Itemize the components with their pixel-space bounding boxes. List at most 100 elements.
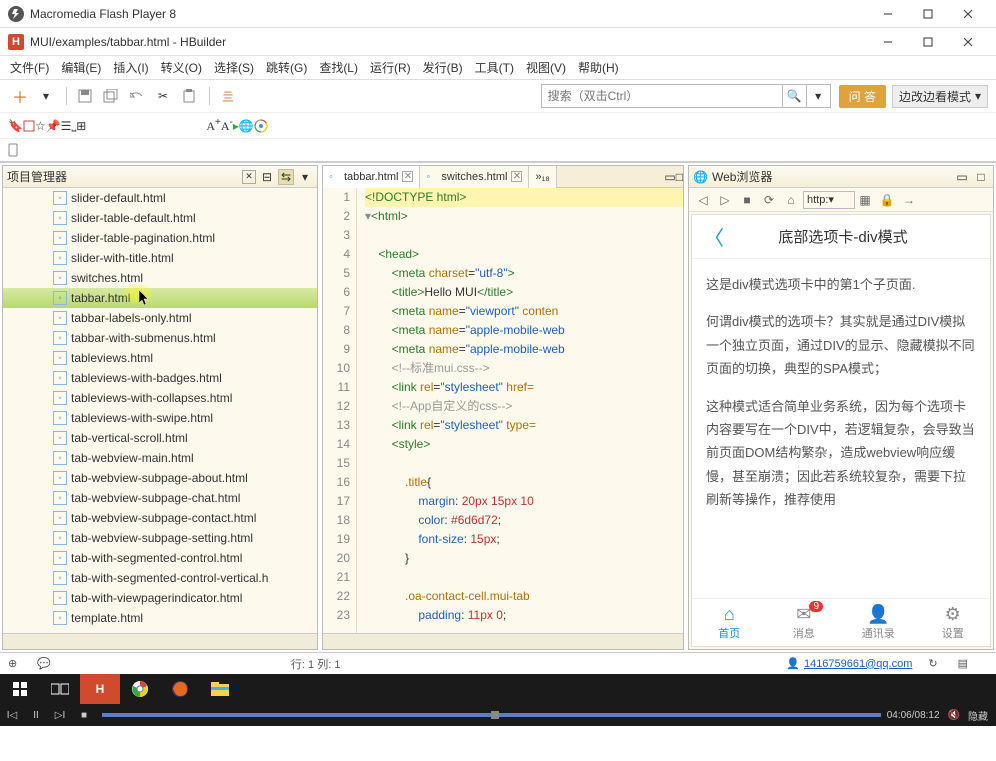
- browser-back-icon[interactable]: ◁: [693, 190, 713, 210]
- hb-minimize-button[interactable]: [868, 28, 908, 56]
- file-item[interactable]: ◦tab-with-segmented-control.html: [3, 548, 317, 568]
- editor-min-icon[interactable]: ▭: [664, 170, 675, 184]
- menu-item[interactable]: 转义(O): [155, 59, 208, 76]
- file-item[interactable]: ◦tab-with-segmented-control-vertical.h: [3, 568, 317, 588]
- file-item[interactable]: ◦slider-with-title.html: [3, 248, 317, 268]
- menu-item[interactable]: 查找(L): [313, 59, 364, 76]
- file-item[interactable]: ◦slider-table-default.html: [3, 208, 317, 228]
- code-line[interactable]: margin: 20px 15px 10: [365, 492, 683, 511]
- code-line[interactable]: <meta name="viewport" conten: [365, 302, 683, 321]
- code-line[interactable]: <meta charset="utf-8">: [365, 264, 683, 283]
- code-line[interactable]: <meta name="apple-mobile-web: [365, 340, 683, 359]
- chrome-icon[interactable]: [254, 119, 268, 133]
- flash-minimize-button[interactable]: [868, 0, 908, 28]
- undo-icon[interactable]: [125, 84, 149, 108]
- file-item[interactable]: ◦tab-with-viewpagerindicator.html: [3, 588, 317, 608]
- browser-stop-icon[interactable]: ■: [737, 190, 757, 210]
- player-stop-icon[interactable]: ■: [72, 710, 96, 721]
- pin-icon[interactable]: 📌: [46, 119, 61, 133]
- menu-item[interactable]: 工具(T): [469, 59, 520, 76]
- run-icon[interactable]: [23, 120, 35, 132]
- editor-max-icon[interactable]: □: [676, 170, 683, 184]
- search-button[interactable]: 🔍: [782, 85, 806, 107]
- hb-maximize-button[interactable]: [908, 28, 948, 56]
- menu-item[interactable]: 文件(F): [4, 59, 55, 76]
- taskview-button[interactable]: [40, 674, 80, 704]
- code-line[interactable]: <style>: [365, 435, 683, 454]
- file-item[interactable]: ◦tab-webview-subpage-about.html: [3, 468, 317, 488]
- h-scrollbar[interactable]: [3, 633, 317, 649]
- browser-url[interactable]: http: ▾: [803, 191, 855, 209]
- file-item[interactable]: ◦tab-webview-subpage-chat.html: [3, 488, 317, 508]
- file-item[interactable]: ◦tableviews-with-swipe.html: [3, 408, 317, 428]
- editor-h-scrollbar[interactable]: [323, 633, 683, 649]
- file-item[interactable]: ◦tableviews.html: [3, 348, 317, 368]
- status-ico2[interactable]: ▤: [958, 657, 968, 670]
- menu-item[interactable]: 编辑(E): [55, 59, 107, 76]
- file-item[interactable]: ◦slider-default.html: [3, 188, 317, 208]
- player-prev-icon[interactable]: I◁: [0, 710, 24, 721]
- browser-lock-icon[interactable]: 🔒: [877, 190, 897, 210]
- save-icon[interactable]: [73, 84, 97, 108]
- tab-close-icon[interactable]: ✕: [402, 171, 413, 182]
- code-line[interactable]: .oa-contact-cell.mui-tab: [365, 587, 683, 606]
- new-button[interactable]: ＋: [8, 84, 32, 108]
- browser-go-icon[interactable]: →: [899, 190, 919, 210]
- browser-home-icon[interactable]: ⌂: [781, 190, 801, 210]
- paste-icon[interactable]: [177, 84, 201, 108]
- taskbar-explorer[interactable]: [200, 674, 240, 704]
- link-editor-icon[interactable]: ⇆: [278, 169, 294, 185]
- hb-close-button[interactable]: [948, 28, 988, 56]
- player-vol-icon[interactable]: 🔇: [948, 710, 960, 721]
- list-icon[interactable]: ☰: [61, 119, 72, 133]
- search-dropdown[interactable]: ▾: [806, 85, 830, 107]
- code-line[interactable]: font-size: 15px;: [365, 530, 683, 549]
- collapse-all-icon[interactable]: ⊟: [259, 169, 275, 185]
- browser-icon[interactable]: 🌐: [239, 119, 254, 133]
- status-chat-icon[interactable]: 💬: [37, 657, 51, 670]
- code-line[interactable]: padding: 11px 0;: [365, 606, 683, 625]
- player-hide[interactable]: 隐藏: [968, 708, 988, 723]
- taskbar-hbuilder[interactable]: H: [80, 674, 120, 704]
- preview-tab[interactable]: ⌂首页: [692, 599, 767, 646]
- menu-item[interactable]: 跳转(G): [260, 59, 313, 76]
- search-input[interactable]: [542, 89, 782, 103]
- cut-icon[interactable]: ✂: [151, 84, 175, 108]
- menu-item[interactable]: 视图(V): [520, 59, 572, 76]
- new-dropdown[interactable]: ▾: [34, 84, 58, 108]
- file-item[interactable]: ◦tab-webview-subpage-contact.html: [3, 508, 317, 528]
- player-handle[interactable]: [491, 711, 499, 719]
- file-item[interactable]: ◦tableviews-with-badges.html: [3, 368, 317, 388]
- tab-overflow[interactable]: »₁₈: [529, 166, 556, 188]
- code-line[interactable]: <!DOCTYPE html>: [365, 188, 683, 207]
- file-item[interactable]: ◦tab-webview-main.html: [3, 448, 317, 468]
- code-line[interactable]: [365, 226, 683, 245]
- player-pause-icon[interactable]: II: [24, 710, 48, 721]
- code-area[interactable]: <!DOCTYPE html>▾<html> <head> <meta char…: [357, 188, 683, 633]
- code-line[interactable]: <head>: [365, 245, 683, 264]
- expand-icon[interactable]: ⊞: [76, 119, 86, 133]
- player-track[interactable]: [102, 713, 881, 717]
- browser-refresh-icon[interactable]: ⟳: [759, 190, 779, 210]
- status-email-link[interactable]: 1416759661@qq.com: [804, 658, 912, 670]
- qa-button[interactable]: 问 答: [839, 85, 886, 108]
- browser-forward-icon[interactable]: ▷: [715, 190, 735, 210]
- code-line[interactable]: .title{: [365, 473, 683, 492]
- browser-qr-icon[interactable]: ▦: [855, 190, 875, 210]
- flash-maximize-button[interactable]: [908, 0, 948, 28]
- bookmark-icon[interactable]: 🔖: [8, 119, 23, 133]
- project-manager-close-icon[interactable]: ✕: [242, 170, 256, 184]
- menu-item[interactable]: 帮助(H): [572, 59, 625, 76]
- code-line[interactable]: }: [365, 549, 683, 568]
- file-item[interactable]: ◦template.html: [3, 608, 317, 628]
- format-icon[interactable]: 亖: [216, 84, 240, 108]
- browser-min-icon[interactable]: ▭: [954, 169, 970, 185]
- code-line[interactable]: <meta name="apple-mobile-web: [365, 321, 683, 340]
- font-increase-icon[interactable]: A+: [206, 117, 221, 134]
- file-item[interactable]: ◦tab-vertical-scroll.html: [3, 428, 317, 448]
- file-item[interactable]: ◦tabbar-with-submenus.html: [3, 328, 317, 348]
- browser-max-icon[interactable]: □: [973, 169, 989, 185]
- tab-close-icon[interactable]: ✕: [511, 171, 522, 182]
- start-button[interactable]: [0, 674, 40, 704]
- code-line[interactable]: <!--App自定义的css-->: [365, 397, 683, 416]
